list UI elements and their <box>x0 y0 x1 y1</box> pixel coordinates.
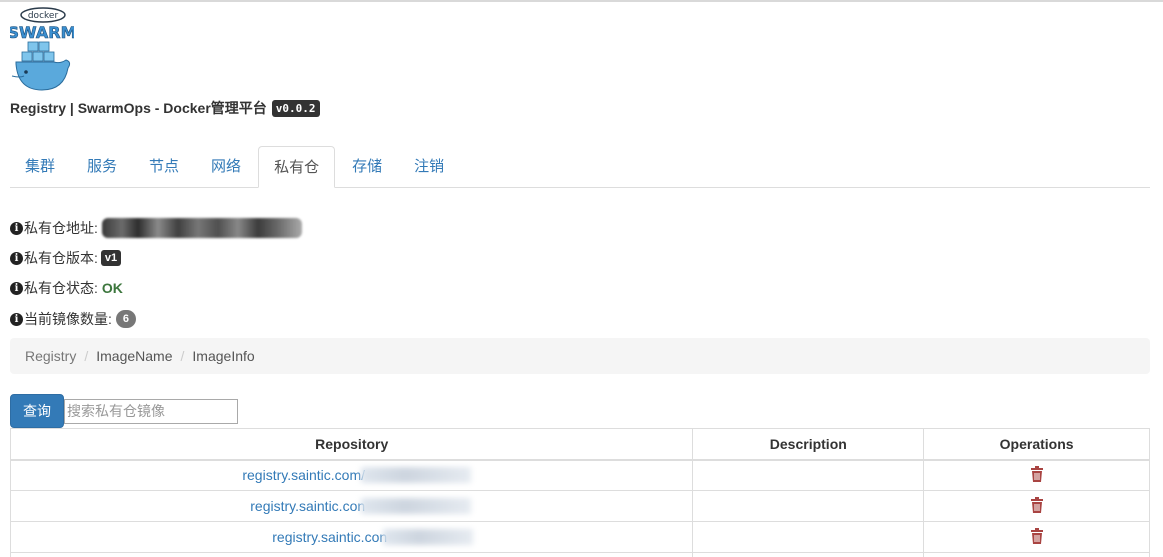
tab-network[interactable]: 网络 <box>196 146 256 187</box>
operations-cell <box>923 521 1150 553</box>
repository-link[interactable]: registry.saintic.com/ <box>242 467 365 483</box>
nav-tabs: 集群 服务 节点 网络 私有仓 存储 注销 <box>10 146 1150 188</box>
images-table: Repository Description Operations regist… <box>9 428 1150 557</box>
search-input[interactable]: 搜索私有仓镜像 <box>64 398 238 424</box>
table-row: registry.saintic.com/ <box>9 459 1150 491</box>
registry-status-label: 私有仓状态: <box>24 280 98 296</box>
repository-cell: registry.saintic.con <box>9 490 694 522</box>
description-cell <box>692 552 925 557</box>
breadcrumb-imagename[interactable]: ImageName <box>96 348 172 364</box>
tab-services[interactable]: 服务 <box>72 146 132 187</box>
image-count-row: i 当前镜像数量: 6 <box>10 309 136 329</box>
info-icon: i <box>10 312 23 326</box>
description-cell <box>692 521 925 553</box>
table-row: registry.saintic.con <box>9 490 1150 522</box>
app-title-text: Registry | SwarmOps - Docker管理平台 <box>10 100 267 116</box>
operations-cell <box>923 552 1150 557</box>
repository-link[interactable]: registry.saintic.con <box>250 498 365 514</box>
app-title: Registry | SwarmOps - Docker管理平台 v0.0.2 <box>10 98 320 118</box>
registry-address-label: 私有仓地址: <box>24 220 98 236</box>
info-icon: i <box>10 281 23 295</box>
tab-registry[interactable]: 私有仓 <box>258 146 336 188</box>
table-row-partial <box>9 552 1150 557</box>
repository-cell: registry.saintic.com/ <box>9 459 694 491</box>
docker-swarm-logo: docker SWARM <box>10 7 74 91</box>
tab-cluster[interactable]: 集群 <box>10 146 70 187</box>
header-repository: Repository <box>9 428 694 461</box>
registry-address-redacted <box>101 218 302 238</box>
registry-status-value: OK <box>101 280 123 296</box>
tab-nodes[interactable]: 节点 <box>134 146 194 187</box>
search-bar: 查询 搜索私有仓镜像 <box>10 394 238 428</box>
svg-text:docker: docker <box>28 11 59 21</box>
repository-redacted <box>383 529 474 545</box>
trash-icon[interactable] <box>1030 465 1044 482</box>
breadcrumb: Registry / ImageName / ImageInfo <box>10 338 1150 374</box>
breadcrumb-imageinfo[interactable]: ImageInfo <box>192 348 254 364</box>
tab-logout[interactable]: 注销 <box>399 146 459 187</box>
registry-version-row: i 私有仓版本: v1 <box>10 248 122 268</box>
info-icon: i <box>10 251 23 265</box>
breadcrumb-registry[interactable]: Registry <box>25 348 76 364</box>
tab-storage[interactable]: 存储 <box>337 146 397 187</box>
breadcrumb-separator: / <box>180 348 185 364</box>
header-description: Description <box>692 428 925 461</box>
operations-cell <box>923 490 1150 522</box>
table-row: registry.saintic.con <box>9 521 1150 553</box>
trash-icon[interactable] <box>1030 496 1044 513</box>
repository-link[interactable]: registry.saintic.con <box>272 529 387 545</box>
repository-cell: registry.saintic.con <box>9 521 694 553</box>
repository-redacted <box>361 467 472 484</box>
header-operations: Operations <box>923 428 1150 461</box>
info-icon: i <box>10 221 23 235</box>
registry-version-value: v1 <box>100 250 122 266</box>
version-label: v0.0.2 <box>271 99 320 117</box>
svg-text:SWARM: SWARM <box>10 23 74 42</box>
query-button[interactable]: 查询 <box>10 394 64 428</box>
repository-redacted <box>361 498 472 514</box>
top-border <box>0 0 1163 2</box>
operations-cell <box>923 459 1150 491</box>
image-count-badge: 6 <box>115 310 136 328</box>
description-cell <box>692 490 925 522</box>
breadcrumb-separator: / <box>84 348 89 364</box>
image-count-label: 当前镜像数量: <box>24 311 112 327</box>
registry-status-row: i 私有仓状态: OK <box>10 278 123 298</box>
registry-address-row: i 私有仓地址: <box>10 218 302 238</box>
registry-version-label: 私有仓版本: <box>24 250 98 266</box>
repository-cell <box>9 552 694 557</box>
description-cell <box>692 459 925 491</box>
trash-icon[interactable] <box>1030 527 1044 544</box>
table-header-row: Repository Description Operations <box>9 428 1150 461</box>
